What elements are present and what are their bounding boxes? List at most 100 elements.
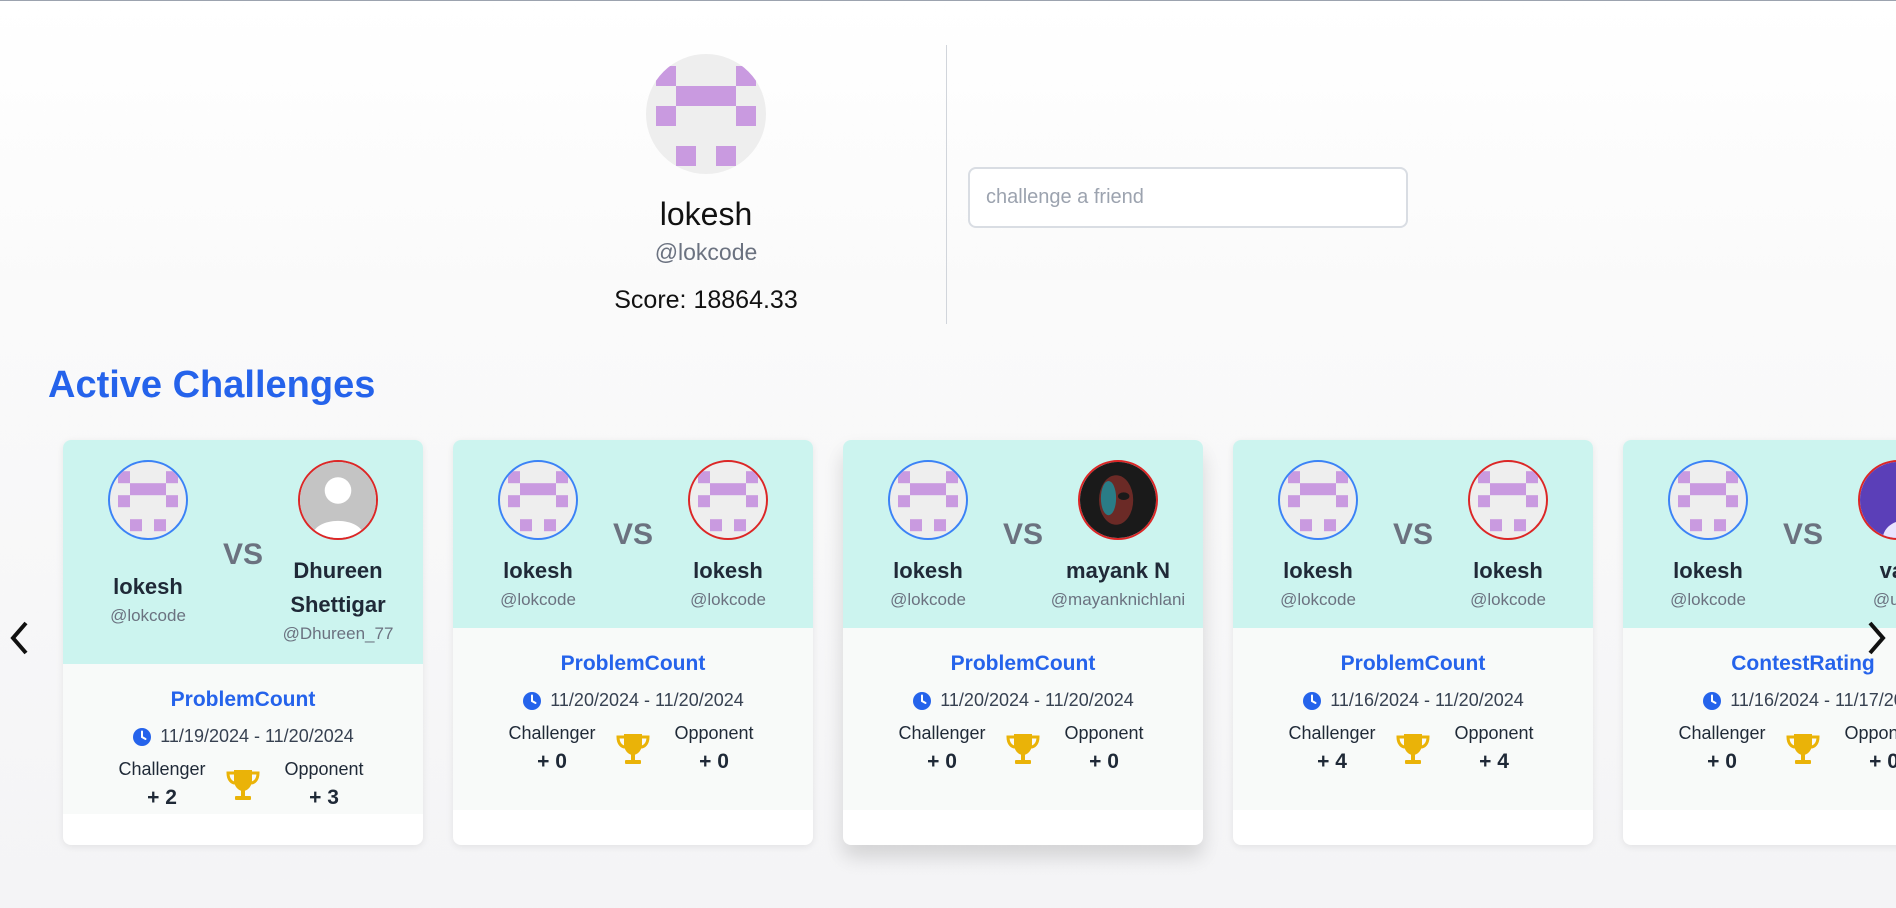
challenge-type: ProblemCount (560, 652, 706, 675)
challenger: lokesh @lokcode (1243, 460, 1393, 610)
challenger-label: Challenger (1678, 723, 1766, 743)
chevron-right-icon (1868, 621, 1886, 655)
challenge-type: ProblemCount (1340, 652, 1486, 675)
challenge-type: ContestRating (1731, 652, 1875, 675)
opponent: Dhureen Shettigar @Dhureen_77 (263, 460, 413, 644)
identicon-icon (1288, 471, 1348, 532)
opponent-avatar (1078, 460, 1158, 540)
challenge-type: ProblemCount (170, 688, 316, 711)
clock-icon (1703, 691, 1722, 710)
challenge-date-range: 11/16/2024 - 11/20/2024 (1330, 690, 1524, 710)
trophy-icon (1396, 733, 1430, 764)
challenger-score: + 0 (1707, 750, 1737, 773)
challenge-card[interactable]: lokesh @lokcode VS Dhureen Shettigar @Dh… (63, 440, 423, 845)
challenger-score: + 4 (1317, 750, 1347, 773)
profile-avatar (646, 54, 766, 174)
challenger-label: Challenger (508, 723, 596, 743)
challenge-card-body: ProblemCount 11/19/2024 - 11/20/2024 Cha… (63, 664, 423, 814)
challenge-dates: 11/20/2024 - 11/20/2024 (453, 690, 813, 711)
challenger-name: lokesh (1673, 558, 1743, 583)
challenger: lokesh @lokcode (1633, 460, 1783, 610)
challenger-score-column: Challenger + 0 (497, 723, 607, 774)
challenge-friend-input[interactable] (968, 167, 1408, 228)
challenger-handle: @lokcode (890, 590, 966, 609)
opponent-name: mayank N (1066, 558, 1170, 583)
opponent-handle: @user (1872, 590, 1896, 609)
identicon-icon (698, 471, 758, 532)
challenger: lokesh @lokcode (853, 460, 1003, 610)
challenge-scores: Challenger + 0 Opponent + 0 (1623, 723, 1896, 774)
challenger-score-column: Challenger + 0 (1667, 723, 1777, 774)
clock-icon (913, 691, 932, 710)
profile-handle: @lokcode (654, 239, 758, 265)
challenge-date-range: 11/19/2024 - 11/20/2024 (160, 726, 354, 746)
challenge-card-header: lokesh @lokcode VS lokesh @lokcode (1233, 440, 1593, 628)
challenge-dates: 11/19/2024 - 11/20/2024 (63, 726, 423, 747)
challenge-card-body: ProblemCount 11/20/2024 - 11/20/2024 Cha… (453, 628, 813, 810)
challenger: lokesh @lokcode (73, 460, 223, 626)
opponent-handle: @lokcode (690, 590, 766, 609)
opponent: lokesh @lokcode (1433, 460, 1583, 610)
challenger-label: Challenger (118, 759, 206, 779)
vs-label: VS (222, 538, 264, 571)
carousel-next-button[interactable] (1862, 618, 1892, 658)
opponent-handle: @Dhureen_77 (282, 624, 394, 643)
opponent-label: Opponent (1064, 723, 1144, 743)
opponent-score: + 4 (1479, 750, 1509, 773)
challenge-card[interactable]: lokesh @lokcode VS vail @user ContestRat… (1623, 440, 1896, 845)
challenge-scores: Challenger + 0 Opponent + 0 (453, 723, 813, 774)
vs-label: VS (1002, 518, 1044, 551)
opponent-avatar (688, 460, 768, 540)
opponent-score: + 0 (1089, 750, 1119, 773)
challenger-handle: @lokcode (1280, 590, 1356, 609)
challenger-score: + 2 (147, 786, 177, 809)
challenge-scores: Challenger + 0 Opponent + 0 (843, 723, 1203, 774)
challenge-card-body: ContestRating 11/16/2024 - 11/17/20 Chal… (1623, 628, 1896, 810)
opponent-avatar (1468, 460, 1548, 540)
challenge-card-header: lokesh @lokcode VS mayank N @mayanknichl… (843, 440, 1203, 628)
opponent-label: Opponent (674, 723, 754, 743)
challenger-avatar (1278, 460, 1358, 540)
challenger-label: Challenger (1288, 723, 1376, 743)
profile-card: lokesh @lokcode Score: 18864.33 (580, 54, 832, 315)
identicon-icon (1478, 471, 1538, 532)
challenger-label: Challenger (898, 723, 986, 743)
identicon-icon (118, 471, 178, 532)
opponent-score: + 3 (309, 786, 339, 809)
default-user-icon (300, 462, 376, 538)
challenge-dates: 11/20/2024 - 11/20/2024 (843, 690, 1203, 711)
challenge-dates: 11/16/2024 - 11/17/20 (1623, 690, 1896, 711)
opponent-name: lokesh (1473, 558, 1543, 583)
carousel-prev-button[interactable] (4, 618, 34, 658)
opponent-score-column: Opponent + 3 (269, 759, 379, 810)
challenge-card-header: lokesh @lokcode VS vail @user (1623, 440, 1896, 628)
challenger-score-column: Challenger + 2 (107, 759, 217, 810)
challenger-score-column: Challenger + 0 (887, 723, 997, 774)
clock-icon (1303, 691, 1322, 710)
opponent-handle: @lokcode (1470, 590, 1546, 609)
challenge-card[interactable]: lokesh @lokcode VS mayank N @mayanknichl… (843, 440, 1203, 845)
challenge-scores: Challenger + 4 Opponent + 4 (1233, 723, 1593, 774)
chevron-left-icon (10, 621, 28, 655)
opponent-name: Dhureen Shettigar (290, 558, 386, 617)
challenges-carousel: lokesh @lokcode VS Dhureen Shettigar @Dh… (0, 440, 1896, 870)
trophy-icon (226, 769, 260, 800)
identicon-icon (1678, 471, 1738, 532)
challenge-card-header: lokesh @lokcode VS lokesh @lokcode (453, 440, 813, 628)
challenger: lokesh @lokcode (463, 460, 613, 610)
challenger-name: lokesh (503, 558, 573, 583)
opponent-label: Opponent (284, 759, 364, 779)
challenger-handle: @lokcode (110, 606, 186, 625)
challenge-card[interactable]: lokesh @lokcode VS lokesh @lokcode Probl… (1233, 440, 1593, 845)
opponent: mayank N @mayanknichlani (1043, 460, 1193, 610)
clock-icon (133, 727, 152, 746)
challenger-avatar (498, 460, 578, 540)
opponent: vail @user (1823, 460, 1896, 610)
profile-name: lokesh (659, 196, 753, 232)
opponent-handle: @mayanknichlani (1050, 590, 1186, 609)
challenge-scores: Challenger + 2 Opponent + 3 (63, 759, 423, 810)
challenger-name: lokesh (893, 558, 963, 583)
challenge-card[interactable]: lokesh @lokcode VS lokesh @lokcode Probl… (453, 440, 813, 845)
challenger-avatar (888, 460, 968, 540)
opponent-name: lokesh (693, 558, 763, 583)
